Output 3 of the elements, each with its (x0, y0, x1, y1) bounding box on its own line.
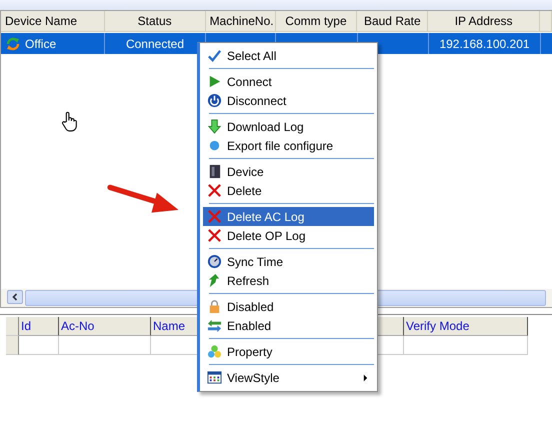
table-cell: Office (25, 36, 56, 50)
table-cell: Connected (126, 36, 184, 50)
table-cell: 192.168.100.201 (439, 36, 530, 50)
